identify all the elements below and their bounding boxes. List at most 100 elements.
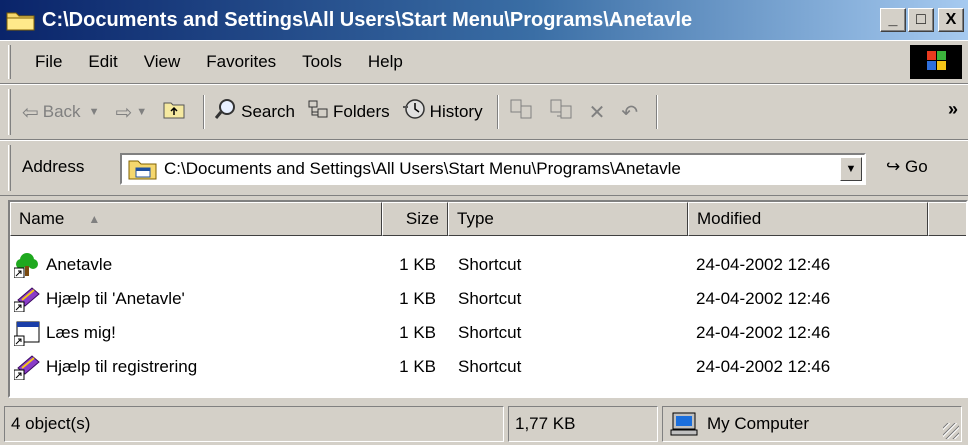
file-size: 1 KB: [399, 323, 436, 342]
file-modified: 24-04-2002 12:46: [696, 289, 831, 308]
toolbar-separator: [203, 95, 206, 129]
toolbar-separator: [656, 95, 659, 129]
minimize-button[interactable]: _: [880, 8, 906, 32]
file-type: Shortcut: [458, 289, 522, 308]
address-label: Address: [22, 157, 85, 176]
sort-ascending-icon: ▲: [88, 212, 101, 226]
address-grip[interactable]: [8, 145, 11, 191]
status-bar: 4 object(s) 1,77 KB My Computer: [0, 402, 968, 445]
list-item[interactable]: Hjælp til registrering 1 KB Shortcut 24-…: [10, 350, 966, 384]
go-button[interactable]: ↪ Go: [886, 157, 928, 177]
file-type: Shortcut: [458, 357, 522, 376]
title-bar[interactable]: C:\Documents and Settings\All Users\Star…: [0, 0, 968, 40]
history-button[interactable]: History: [402, 98, 483, 126]
file-size: 1 KB: [399, 357, 436, 376]
menu-edit[interactable]: Edit: [75, 52, 130, 72]
folder-icon: [6, 8, 36, 32]
file-size: 1 KB: [399, 255, 436, 274]
history-icon: [402, 98, 426, 126]
maximize-button[interactable]: □: [908, 8, 934, 32]
file-name: Hjælp til 'Anetavle': [46, 289, 185, 308]
menu-favorites[interactable]: Favorites: [193, 52, 289, 72]
address-dropdown-button[interactable]: ▼: [840, 157, 862, 181]
folders-label: Folders: [332, 102, 390, 121]
back-button[interactable]: ⇦ Back ▼: [22, 100, 103, 125]
forward-arrow-icon: ⇨: [115, 101, 133, 124]
column-name-label: Name: [19, 209, 65, 228]
address-bar: Address C:\Documents and Settings\All Us…: [0, 140, 968, 196]
column-size-label: Size: [405, 209, 439, 228]
chevron-down-icon: ▼: [88, 106, 100, 118]
search-button[interactable]: Search: [214, 98, 295, 126]
status-object-count: 4 object(s): [4, 406, 504, 442]
undo-button[interactable]: ↶: [621, 100, 642, 125]
go-arrow-icon: ↪: [886, 157, 901, 176]
file-list[interactable]: Name ▲ Size Type Modified Anetavle 1 KB …: [8, 200, 968, 398]
menu-tools[interactable]: Tools: [289, 52, 355, 72]
help-book-icon: [13, 286, 40, 313]
address-field[interactable]: C:\Documents and Settings\All Users\Star…: [120, 153, 866, 185]
column-header-filler: [928, 202, 966, 236]
menu-grip[interactable]: [8, 45, 11, 79]
column-header-size[interactable]: Size: [382, 202, 448, 236]
help-book-icon: [13, 354, 40, 381]
file-name: Hjælp til registrering: [46, 357, 198, 376]
column-header-name[interactable]: Name ▲: [10, 202, 382, 236]
status-total-size: 1,77 KB: [508, 406, 658, 442]
standard-toolbar: ⇦ Back ▼ ⇨ ▼ Search Folders History ✕ ↶ …: [0, 84, 968, 140]
column-type-label: Type: [457, 209, 494, 228]
file-size: 1 KB: [399, 289, 436, 308]
windows-logo-icon: [910, 45, 962, 79]
toolbar-separator: [496, 95, 499, 129]
search-label: Search: [241, 102, 295, 121]
menu-view[interactable]: View: [131, 52, 194, 72]
file-type: Shortcut: [458, 255, 522, 274]
folders-button[interactable]: Folders: [307, 98, 390, 126]
delete-x-icon: ✕: [588, 101, 606, 124]
list-item[interactable]: Læs mig! 1 KB Shortcut 24-04-2002 12:46: [10, 316, 966, 350]
menu-bar: File Edit View Favorites Tools Help: [0, 40, 968, 84]
close-button[interactable]: X: [938, 8, 964, 32]
tree-icon: [13, 252, 40, 279]
zone-label: My Computer: [707, 414, 810, 433]
document-window-icon: [13, 320, 40, 347]
file-name: Anetavle: [46, 255, 113, 274]
toolbar-grip[interactable]: [8, 89, 11, 135]
search-icon: [214, 98, 237, 126]
file-modified: 24-04-2002 12:46: [696, 357, 831, 376]
folder-icon: [128, 158, 158, 180]
list-item[interactable]: Anetavle 1 KB Shortcut 24-04-2002 12:46: [10, 248, 966, 282]
menu-help[interactable]: Help: [355, 52, 416, 72]
undo-icon: ↶: [621, 101, 639, 124]
column-modified-label: Modified: [697, 209, 762, 228]
address-value: C:\Documents and Settings\All Users\Star…: [164, 159, 681, 178]
file-type: Shortcut: [458, 323, 522, 342]
menu-file[interactable]: File: [22, 52, 75, 72]
up-folder-button[interactable]: [163, 99, 189, 125]
my-computer-icon: [669, 412, 699, 436]
resize-grip[interactable]: [943, 423, 959, 439]
file-modified: 24-04-2002 12:46: [696, 323, 831, 342]
delete-button[interactable]: ✕: [589, 100, 610, 125]
file-name: Læs mig!: [46, 323, 116, 342]
copy-to-button[interactable]: [549, 98, 577, 126]
column-header-type[interactable]: Type: [448, 202, 688, 236]
move-to-icon: [509, 98, 533, 126]
list-item[interactable]: Hjælp til 'Anetavle' 1 KB Shortcut 24-04…: [10, 282, 966, 316]
column-headers: Name ▲ Size Type Modified: [10, 202, 966, 236]
column-header-modified[interactable]: Modified: [688, 202, 928, 236]
status-zone: My Computer: [662, 406, 962, 442]
back-label: Back: [42, 102, 81, 121]
folders-icon: [307, 98, 329, 126]
move-to-button[interactable]: [509, 98, 537, 126]
up-folder-icon: [163, 99, 185, 125]
history-label: History: [429, 102, 483, 121]
back-arrow-icon: ⇦: [22, 101, 39, 124]
copy-to-icon: [549, 98, 573, 126]
file-modified: 24-04-2002 12:46: [696, 255, 831, 274]
toolbar-overflow-chevron[interactable]: »: [948, 99, 958, 120]
explorer-window: C:\Documents and Settings\All Users\Star…: [0, 0, 968, 445]
window-title: C:\Documents and Settings\All Users\Star…: [42, 8, 693, 31]
go-label: Go: [904, 157, 928, 176]
forward-button[interactable]: ⇨ ▼: [115, 100, 151, 125]
